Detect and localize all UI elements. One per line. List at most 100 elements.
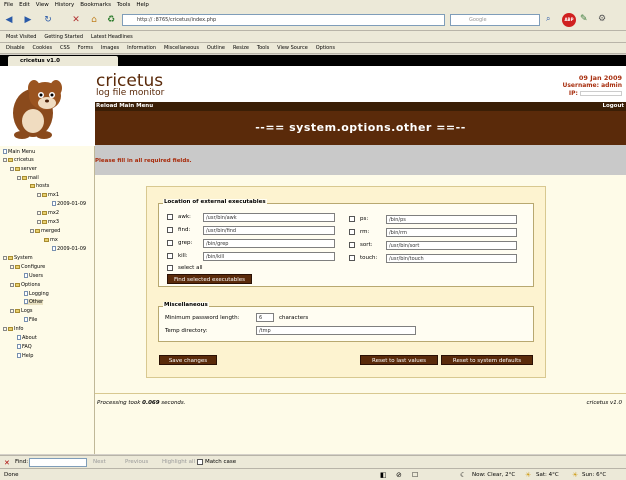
status-icon-2[interactable]: ⊘ <box>396 469 402 480</box>
rm-input[interactable]: /bin/rm <box>386 228 517 237</box>
find-checkbox[interactable] <box>167 227 173 233</box>
tree-info[interactable]: Info <box>3 326 23 332</box>
awk-checkbox[interactable] <box>167 214 173 220</box>
devtool-outline[interactable]: Outline <box>207 43 225 53</box>
reset-last-values-button[interactable]: Reset to last values <box>360 355 438 365</box>
bookmark-latest-headlines[interactable]: Latest Headlines <box>91 31 133 42</box>
collapse-icon[interactable] <box>3 326 7 331</box>
menu-view[interactable]: View <box>36 0 49 11</box>
tree-cricetus[interactable]: cricetus <box>3 157 34 163</box>
find-next-button[interactable]: Next <box>93 459 106 465</box>
tree-other[interactable]: Other <box>24 299 44 305</box>
touch-input[interactable]: /usr/bin/touch <box>386 254 517 263</box>
find-input[interactable]: /usr/bin/find <box>203 226 335 235</box>
back-icon[interactable]: ◀ <box>3 14 15 27</box>
tree-faq[interactable]: FAQ <box>17 344 32 350</box>
devtool-options[interactable]: Options <box>316 43 335 53</box>
tree-logging[interactable]: Logging <box>24 291 49 297</box>
sort-input[interactable]: /usr/bin/sort <box>386 241 517 250</box>
devtool-forms[interactable]: Forms <box>78 43 93 53</box>
menu-help[interactable]: Help <box>136 0 149 11</box>
save-changes-button[interactable]: Save changes <box>159 355 217 365</box>
collapse-icon[interactable] <box>10 264 14 269</box>
forward-icon[interactable]: ▶ <box>22 14 34 27</box>
reset-defaults-button[interactable]: Reset to system defaults <box>441 355 533 365</box>
menu-history[interactable]: History <box>55 0 75 11</box>
collapse-icon[interactable] <box>3 255 7 260</box>
tree-about[interactable]: About <box>17 335 37 341</box>
find-previous-button[interactable]: Previous <box>125 459 148 465</box>
awk-input[interactable]: /usr/bin/awk <box>203 213 335 222</box>
refresh-icon[interactable]: ♻ <box>105 14 117 27</box>
tree-help[interactable]: Help <box>17 353 33 359</box>
devtool-information[interactable]: Information <box>127 43 156 53</box>
addon-icon[interactable]: ⚙ <box>598 14 612 26</box>
tree-hosts[interactable]: hosts <box>30 183 49 189</box>
tree-file[interactable]: File <box>24 317 37 323</box>
devtool-view-source[interactable]: View Source <box>277 43 308 53</box>
highlight-all-button[interactable]: Highlight all <box>162 459 195 465</box>
reload-menu-link[interactable]: Reload Main Menu <box>96 102 153 111</box>
weather-now[interactable]: Now: Clear, 2°C <box>472 469 515 480</box>
tree-users[interactable]: Users <box>24 273 43 279</box>
tree-options[interactable]: Options <box>10 282 40 288</box>
grep-input[interactable]: /bin/grep <box>203 239 335 248</box>
menu-tools[interactable]: Tools <box>117 0 131 11</box>
tree-logs[interactable]: Logs <box>10 308 33 314</box>
adblock-icon[interactable]: ABP <box>562 13 576 27</box>
tree-mx[interactable]: mx <box>44 237 58 243</box>
tree-mx3[interactable]: mx3 <box>37 219 59 225</box>
tree-server[interactable]: server <box>10 166 37 172</box>
tree-mx1[interactable]: mx1 <box>37 192 59 198</box>
collapse-icon[interactable] <box>3 157 7 162</box>
devtool-cookies[interactable]: Cookies <box>32 43 52 53</box>
ps-checkbox[interactable] <box>349 216 355 222</box>
find-selected-button[interactable]: Find selected executables <box>167 274 252 284</box>
extension-icon[interactable]: ✎ <box>580 14 594 26</box>
devtool-resize[interactable]: Resize <box>233 43 249 53</box>
expand-icon[interactable] <box>37 210 41 215</box>
status-icon-3[interactable]: ☐ <box>412 469 418 480</box>
tree-mail[interactable]: mail <box>17 175 39 181</box>
bookmark-getting-started[interactable]: Getting Started <box>44 31 83 42</box>
devtool-disable[interactable]: Disable <box>6 43 25 53</box>
tree-mx2[interactable]: mx2 <box>37 210 59 216</box>
logout-link[interactable]: Logout <box>602 102 624 111</box>
collapse-icon[interactable] <box>17 175 21 180</box>
kill-checkbox[interactable] <box>167 253 173 259</box>
menu-edit[interactable]: Edit <box>19 0 30 11</box>
stop-icon[interactable]: ✕ <box>70 14 82 27</box>
reload-icon[interactable]: ↻ <box>42 14 54 27</box>
weather-sun[interactable]: Sun: 6°C <box>582 469 606 480</box>
devtool-tools[interactable]: Tools <box>257 43 269 53</box>
tree-system[interactable]: System <box>3 255 33 261</box>
tree-mx1-log[interactable]: 2009-01-09 <box>52 201 86 207</box>
kill-input[interactable]: /bin/kill <box>203 252 335 261</box>
touch-checkbox[interactable] <box>349 255 355 261</box>
weather-sat[interactable]: Sat: 4°C <box>536 469 559 480</box>
grep-checkbox[interactable] <box>167 240 173 246</box>
devtool-images[interactable]: Images <box>101 43 119 53</box>
tree-main-menu[interactable]: Main Menu <box>3 149 35 155</box>
devtool-css[interactable]: CSS <box>60 43 70 53</box>
rm-checkbox[interactable] <box>349 229 355 235</box>
select-all-checkbox[interactable] <box>167 265 173 271</box>
ps-input[interactable]: /bin/ps <box>386 215 517 224</box>
tree-configure[interactable]: Configure <box>10 264 45 270</box>
search-icon[interactable]: ⌕ <box>546 14 556 24</box>
status-icon-1[interactable]: ◧ <box>380 469 387 480</box>
collapse-icon[interactable] <box>30 228 34 233</box>
tree-merged[interactable]: merged <box>30 228 60 234</box>
collapse-icon[interactable] <box>10 282 14 287</box>
collapse-icon[interactable] <box>37 192 41 197</box>
tab-cricetus[interactable]: cricetus v1.0 <box>8 56 118 66</box>
min-password-input[interactable]: 6 <box>256 313 274 322</box>
expand-icon[interactable] <box>37 219 41 224</box>
close-find-icon[interactable]: ✕ <box>4 459 10 467</box>
collapse-icon[interactable] <box>10 308 14 313</box>
menu-bookmarks[interactable]: Bookmarks <box>80 0 111 11</box>
temp-dir-input[interactable]: /tmp <box>256 326 416 335</box>
match-case-checkbox[interactable] <box>197 459 203 465</box>
devtool-miscellaneous[interactable]: Miscellaneous <box>164 43 199 53</box>
search-input[interactable]: Google <box>450 14 540 26</box>
